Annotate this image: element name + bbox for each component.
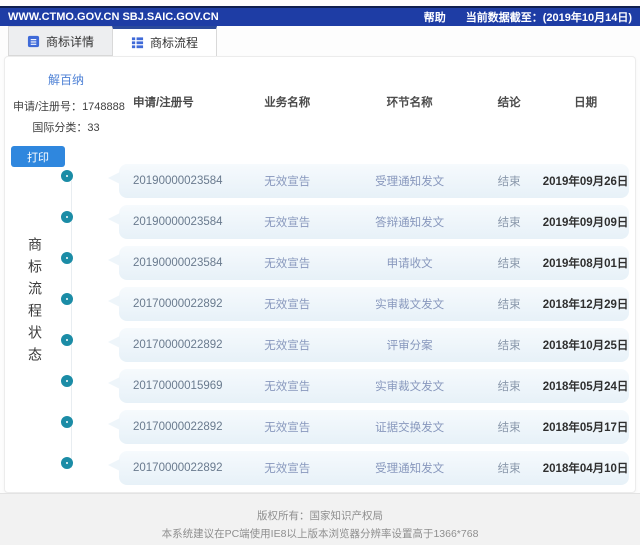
table-row: 20170000022892 无效宣告 受理通知发文 结束 2018年04月10… — [108, 451, 629, 485]
document-icon — [27, 35, 40, 48]
table-row: 20190000023584 无效宣告 答辩通知发文 结束 2019年09月09… — [108, 205, 629, 239]
footer: 版权所有：国家知识产权局 本系统建议在PC端使用IE8以上版本浏览器分辨率设置高… — [0, 493, 640, 545]
cell-date: 2019年09月09日 — [542, 217, 629, 229]
list-icon — [131, 36, 144, 49]
cell-date: 2018年04月10日 — [542, 463, 629, 475]
cell-date: 2018年05月24日 — [542, 381, 629, 393]
tab-trademark-details[interactable]: 商标详情 — [8, 26, 113, 56]
trademark-name: 解百纳 — [47, 73, 84, 87]
cell-conclusion: 结束 — [497, 299, 521, 311]
cell-step-name: 实审裁文发文 — [375, 299, 445, 311]
registration-number-label: 申请/注册号： — [13, 101, 83, 113]
tab-bar: 商标详情 商标流程 — [8, 26, 218, 56]
header-conclusion: 结论 — [497, 97, 521, 109]
cell-date: 2019年09月26日 — [542, 176, 629, 188]
cell-registration-number: 20170000022892 — [133, 339, 223, 351]
cell-registration-number: 20170000022892 — [133, 421, 223, 433]
table-row: 20170000022892 无效宣告 证据交换发文 结束 2018年05月17… — [108, 410, 629, 444]
cell-conclusion: 结束 — [497, 422, 521, 434]
topbar-right: 帮助 当前数据截至：(2019年10月14日) — [424, 9, 632, 25]
cell-step-name: 评审分案 — [386, 340, 433, 352]
cell-conclusion: 结束 — [497, 340, 521, 352]
header-registration-number: 申请/注册号 — [133, 97, 194, 109]
cell-step-name: 申请收文 — [386, 258, 433, 270]
content-card: 解百纳 申请/注册号：1748888 国际分类：33 打印 商标流程状态 申请/… — [4, 56, 636, 493]
timeline-node — [61, 293, 73, 305]
cell-step-name: 证据交换发文 — [375, 422, 445, 434]
cell-step-name: 受理通知发文 — [375, 463, 445, 475]
cell-business-name: 无效宣告 — [264, 340, 311, 352]
international-class-value: 33 — [87, 122, 100, 134]
cell-conclusion: 结束 — [497, 381, 521, 393]
cell-business-name: 无效宣告 — [264, 258, 311, 270]
registration-number-line: 申请/注册号：1748888 — [13, 97, 125, 118]
print-button[interactable]: 打印 — [11, 146, 65, 167]
international-class-line: 国际分类：33 — [13, 118, 119, 139]
cell-date: 2018年10月25日 — [542, 340, 629, 352]
timeline-node — [61, 211, 73, 223]
cell-date: 2019年08月01日 — [542, 258, 629, 270]
cell-step-name: 受理通知发文 — [375, 176, 445, 188]
table-header: 申请/注册号 业务名称 环节名称 结论 日期 — [119, 87, 629, 117]
cell-business-name: 无效宣告 — [264, 463, 311, 475]
cell-business-name: 无效宣告 — [264, 299, 311, 311]
table-row: 20170000022892 无效宣告 实审裁文发文 结束 2018年12月29… — [108, 287, 629, 321]
timeline-node — [61, 334, 73, 346]
cell-step-name: 答辩通知发文 — [375, 217, 445, 229]
header-step-name: 环节名称 — [386, 97, 433, 109]
process-status-vertical-label: 商标流程状态 — [27, 237, 43, 369]
help-link[interactable]: 帮助 — [424, 9, 446, 25]
cell-conclusion: 结束 — [497, 176, 521, 188]
tab-label: 商标详情 — [46, 34, 95, 49]
copyright-text: 版权所有：国家知识产权局 — [257, 510, 383, 522]
cell-date: 2018年12月29日 — [542, 299, 629, 311]
topbar: WWW.CTMO.GOV.CN SBJ.SAIC.GOV.CN 帮助 当前数据截… — [0, 6, 640, 26]
browser-recommendation-text: 本系统建议在PC端使用IE8以上版本浏览器分辨率设置高于1366*768 — [161, 528, 479, 540]
cell-conclusion: 结束 — [497, 258, 521, 270]
cell-registration-number: 20190000023584 — [133, 257, 223, 269]
cell-conclusion: 结束 — [497, 463, 521, 475]
timeline-node — [61, 252, 73, 264]
table-row: 20170000022892 无效宣告 评审分案 结束 2018年10月25日 — [108, 328, 629, 362]
header-date: 日期 — [574, 97, 598, 109]
page: WWW.CTMO.GOV.CN SBJ.SAIC.GOV.CN 帮助 当前数据截… — [0, 0, 640, 545]
table-row: 20190000023584 无效宣告 受理通知发文 结束 2019年09月26… — [108, 164, 629, 198]
timeline-node — [61, 170, 73, 182]
cell-registration-number: 20170000022892 — [133, 298, 223, 310]
international-class-label: 国际分类： — [32, 122, 88, 134]
tab-trademark-process[interactable]: 商标流程 — [112, 26, 218, 56]
cell-business-name: 无效宣告 — [264, 422, 311, 434]
site-urls: WWW.CTMO.GOV.CN SBJ.SAIC.GOV.CN — [8, 11, 219, 23]
process-row-list: 20190000023584 无效宣告 受理通知发文 结束 2019年09月26… — [108, 164, 629, 492]
table-row: 20170000015969 无效宣告 实审裁文发文 结束 2018年05月24… — [108, 369, 629, 403]
cell-step-name: 实审裁文发文 — [375, 381, 445, 393]
timeline-node — [61, 457, 73, 469]
cell-business-name: 无效宣告 — [264, 176, 311, 188]
cell-date: 2018年05月17日 — [542, 422, 629, 434]
cell-registration-number: 20190000023584 — [133, 175, 223, 187]
header-business-name: 业务名称 — [264, 97, 311, 109]
timeline-node — [61, 375, 73, 387]
table-row: 20190000023584 无效宣告 申请收文 结束 2019年08月01日 — [108, 246, 629, 280]
cell-business-name: 无效宣告 — [264, 217, 311, 229]
cell-registration-number: 20170000022892 — [133, 462, 223, 474]
cell-conclusion: 结束 — [497, 217, 521, 229]
data-cutoff-date: 当前数据截至：(2019年10月14日) — [465, 12, 632, 24]
timeline-node — [61, 416, 73, 428]
cell-registration-number: 20170000015969 — [133, 380, 223, 392]
cell-business-name: 无效宣告 — [264, 381, 311, 393]
cell-registration-number: 20190000023584 — [133, 216, 223, 228]
tab-label: 商标流程 — [150, 36, 199, 50]
trademark-info-panel: 解百纳 申请/注册号：1748888 国际分类：33 — [13, 71, 125, 139]
